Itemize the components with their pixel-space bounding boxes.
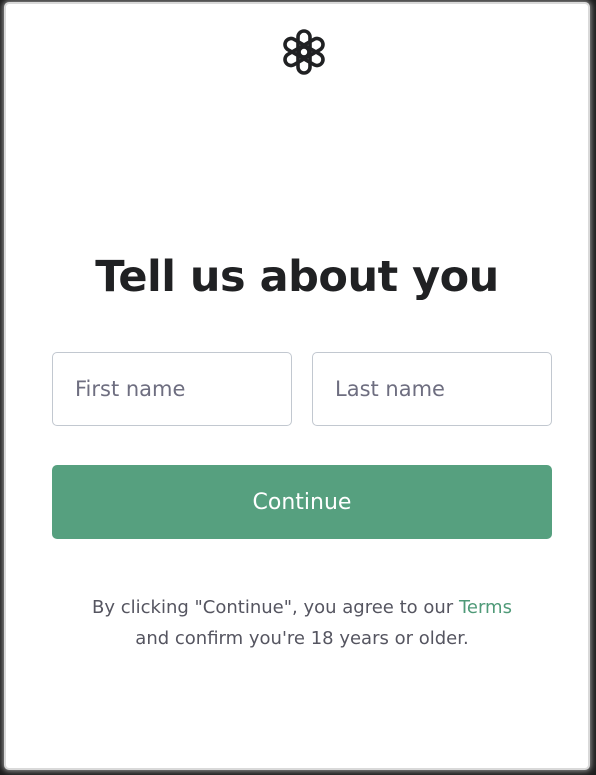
legal-notice: By clicking "Continue", you agree to our…: [6, 592, 596, 654]
legal-line-2: and confirm you're 18 years or older.: [135, 628, 469, 649]
legal-line-1: By clicking "Continue", you agree to our…: [6, 592, 596, 623]
legal-text: By clicking "Continue", you agree to our: [92, 597, 459, 618]
continue-button[interactable]: Continue: [52, 465, 552, 539]
openai-logo-icon: [283, 29, 325, 75]
first-name-input[interactable]: [52, 352, 292, 426]
page-title: Tell us about you: [95, 252, 499, 302]
terms-link[interactable]: Terms: [459, 597, 512, 618]
last-name-input[interactable]: [312, 352, 552, 426]
signup-card: Tell us about you Continue By clicking "…: [6, 4, 588, 768]
